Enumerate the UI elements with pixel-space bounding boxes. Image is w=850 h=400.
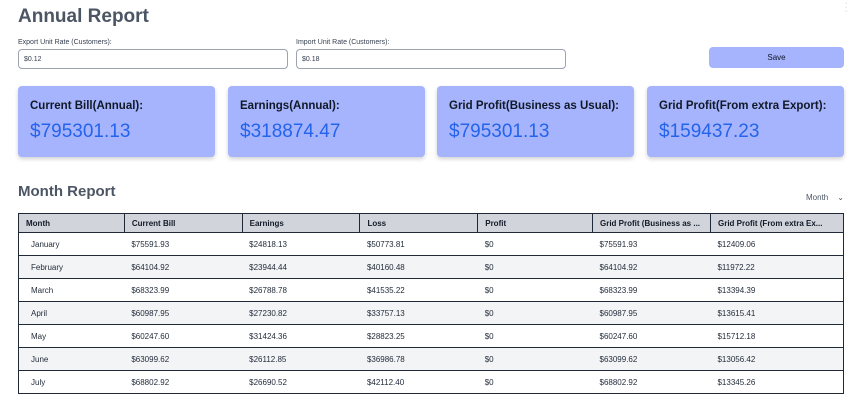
cell-grid-profit-bau: $64104.92 [592, 255, 711, 279]
column-header-grid-profit-bau[interactable]: Grid Profit (Business as ... [592, 213, 711, 233]
cell-earnings: $31424.36 [242, 324, 360, 348]
card-label: Grid Profit(From extra Export): [659, 100, 827, 112]
cell-grid-profit-export: $15712.18 [710, 324, 845, 348]
cell-profit: $0 [477, 301, 593, 325]
cell-grid-profit-bau: $68802.92 [592, 370, 711, 394]
cell-month: June [18, 347, 125, 371]
cell-grid-profit-export: $13056.42 [710, 347, 845, 371]
cell-earnings: $26788.78 [242, 278, 360, 302]
chevron-down-icon: ⌄ [837, 193, 844, 202]
column-header-profit[interactable]: Profit [477, 213, 593, 233]
cell-current-bill: $63099.62 [124, 347, 243, 371]
cell-grid-profit-export: $12409.06 [710, 232, 845, 256]
cell-loss: $41535.22 [359, 278, 478, 302]
cell-grid-profit-export: $11972.22 [710, 255, 845, 279]
cell-profit: $0 [477, 347, 593, 371]
card-value: $318874.47 [240, 121, 341, 142]
cell-profit: $0 [477, 255, 593, 279]
cell-earnings: $27230.82 [242, 301, 360, 325]
cell-loss: $36986.78 [359, 347, 478, 371]
cell-grid-profit-bau: $68323.99 [592, 278, 711, 302]
cell-month: July [18, 370, 125, 394]
cell-earnings: $26690.52 [242, 370, 360, 394]
cell-current-bill: $64104.92 [124, 255, 243, 279]
card-value: $795301.13 [449, 121, 550, 142]
cell-month: January [18, 232, 125, 256]
export-rate-label: Export Unit Rate (Customers): [18, 39, 112, 46]
table-row: May $60247.60 $31424.36 $28823.25 $0 $60247.6… [18, 324, 845, 348]
column-header-loss[interactable]: Loss [359, 213, 479, 233]
cell-loss: $33757.13 [359, 301, 478, 325]
table-row: April $60987.95 $27230.82 $33757.13 $0 $60987… [18, 301, 845, 325]
cell-grid-profit-export: $13615.41 [710, 301, 845, 325]
card-grid-profit-export: Grid Profit(From extra Export): $159437.… [647, 86, 844, 157]
cell-loss: $50773.81 [359, 232, 478, 256]
card-value: $159437.23 [659, 121, 760, 142]
cell-earnings: $23944.44 [242, 255, 360, 279]
cell-month: April [18, 301, 125, 325]
import-rate-input[interactable] [296, 49, 566, 69]
card-label: Grid Profit(Business as Usual): [449, 100, 619, 112]
cell-grid-profit-bau: $60987.95 [592, 301, 711, 325]
annual-report-title: Annual Report [18, 6, 149, 27]
card-label: Earnings(Annual): [240, 100, 340, 112]
table-row: June $63099.62 $26112.85 $36986.78 $0 $63099.… [18, 347, 845, 371]
cell-profit: $0 [477, 278, 593, 302]
card-current-bill: Current Bill(Annual): $795301.13 [18, 86, 215, 157]
cell-grid-profit-bau: $75591.93 [592, 232, 711, 256]
table-row: March $68323.99 $26788.78 $41535.22 $0 $68323… [18, 278, 845, 302]
column-header-earnings[interactable]: Earnings [241, 213, 361, 233]
cell-loss: $40160.48 [359, 255, 478, 279]
table-row: January $75591.93 $24818.13 $50773.81 $0 $755… [18, 232, 845, 256]
export-rate-input[interactable] [18, 49, 288, 69]
cell-profit: $0 [477, 232, 593, 256]
cell-grid-profit-export: $13394.39 [710, 278, 845, 302]
card-value: $795301.13 [30, 121, 131, 142]
cell-current-bill: $60987.95 [124, 301, 243, 325]
table-row: February $64104.92 $23944.44 $40160.48 $0 $64… [18, 255, 845, 279]
column-header-month[interactable]: Month [18, 213, 125, 233]
cell-month: March [18, 278, 125, 302]
cell-current-bill: $60247.60 [124, 324, 243, 348]
table-header-row: Month Current Bill Earnings Loss Profit … [18, 213, 845, 233]
cell-profit: $0 [477, 324, 593, 348]
cell-earnings: $24818.13 [242, 232, 360, 256]
cell-loss: $28823.25 [359, 324, 478, 348]
cell-month: May [18, 324, 125, 348]
month-report-table: Month Current Bill Earnings Loss Profit … [18, 213, 845, 394]
cell-loss: $42112.40 [359, 370, 478, 394]
cell-grid-profit-bau: $63099.62 [592, 347, 711, 371]
cell-grid-profit-export: $13345.26 [710, 370, 845, 394]
column-header-grid-profit-export[interactable]: Grid Profit (From extra Ex... [709, 213, 845, 233]
save-button[interactable]: Save [709, 47, 844, 68]
cell-current-bill: $68802.92 [124, 370, 243, 394]
table-row: July $68802.92 $26690.52 $42112.40 $0 $68802.… [18, 370, 845, 394]
card-earnings: Earnings(Annual): $318874.47 [228, 86, 425, 157]
cell-grid-profit-bau: $60247.60 [592, 324, 711, 348]
import-rate-label: Import Unit Rate (Customers): [296, 39, 390, 46]
card-grid-profit-bau: Grid Profit(Business as Usual): $795301.… [437, 86, 634, 157]
card-label: Current Bill(Annual): [30, 100, 144, 112]
cell-month: February [18, 255, 125, 279]
month-select-value: Month [806, 193, 829, 202]
vertical-dots-icon: · · · [845, 0, 848, 15]
cell-current-bill: $75591.93 [124, 232, 243, 256]
cell-profit: $0 [477, 370, 593, 394]
month-report-title: Month Report [18, 183, 116, 200]
cell-earnings: $26112.85 [242, 347, 360, 371]
month-select[interactable]: Month ⌄ [806, 193, 844, 202]
column-header-current-bill[interactable]: Current Bill [123, 213, 243, 233]
cell-current-bill: $68323.99 [124, 278, 243, 302]
